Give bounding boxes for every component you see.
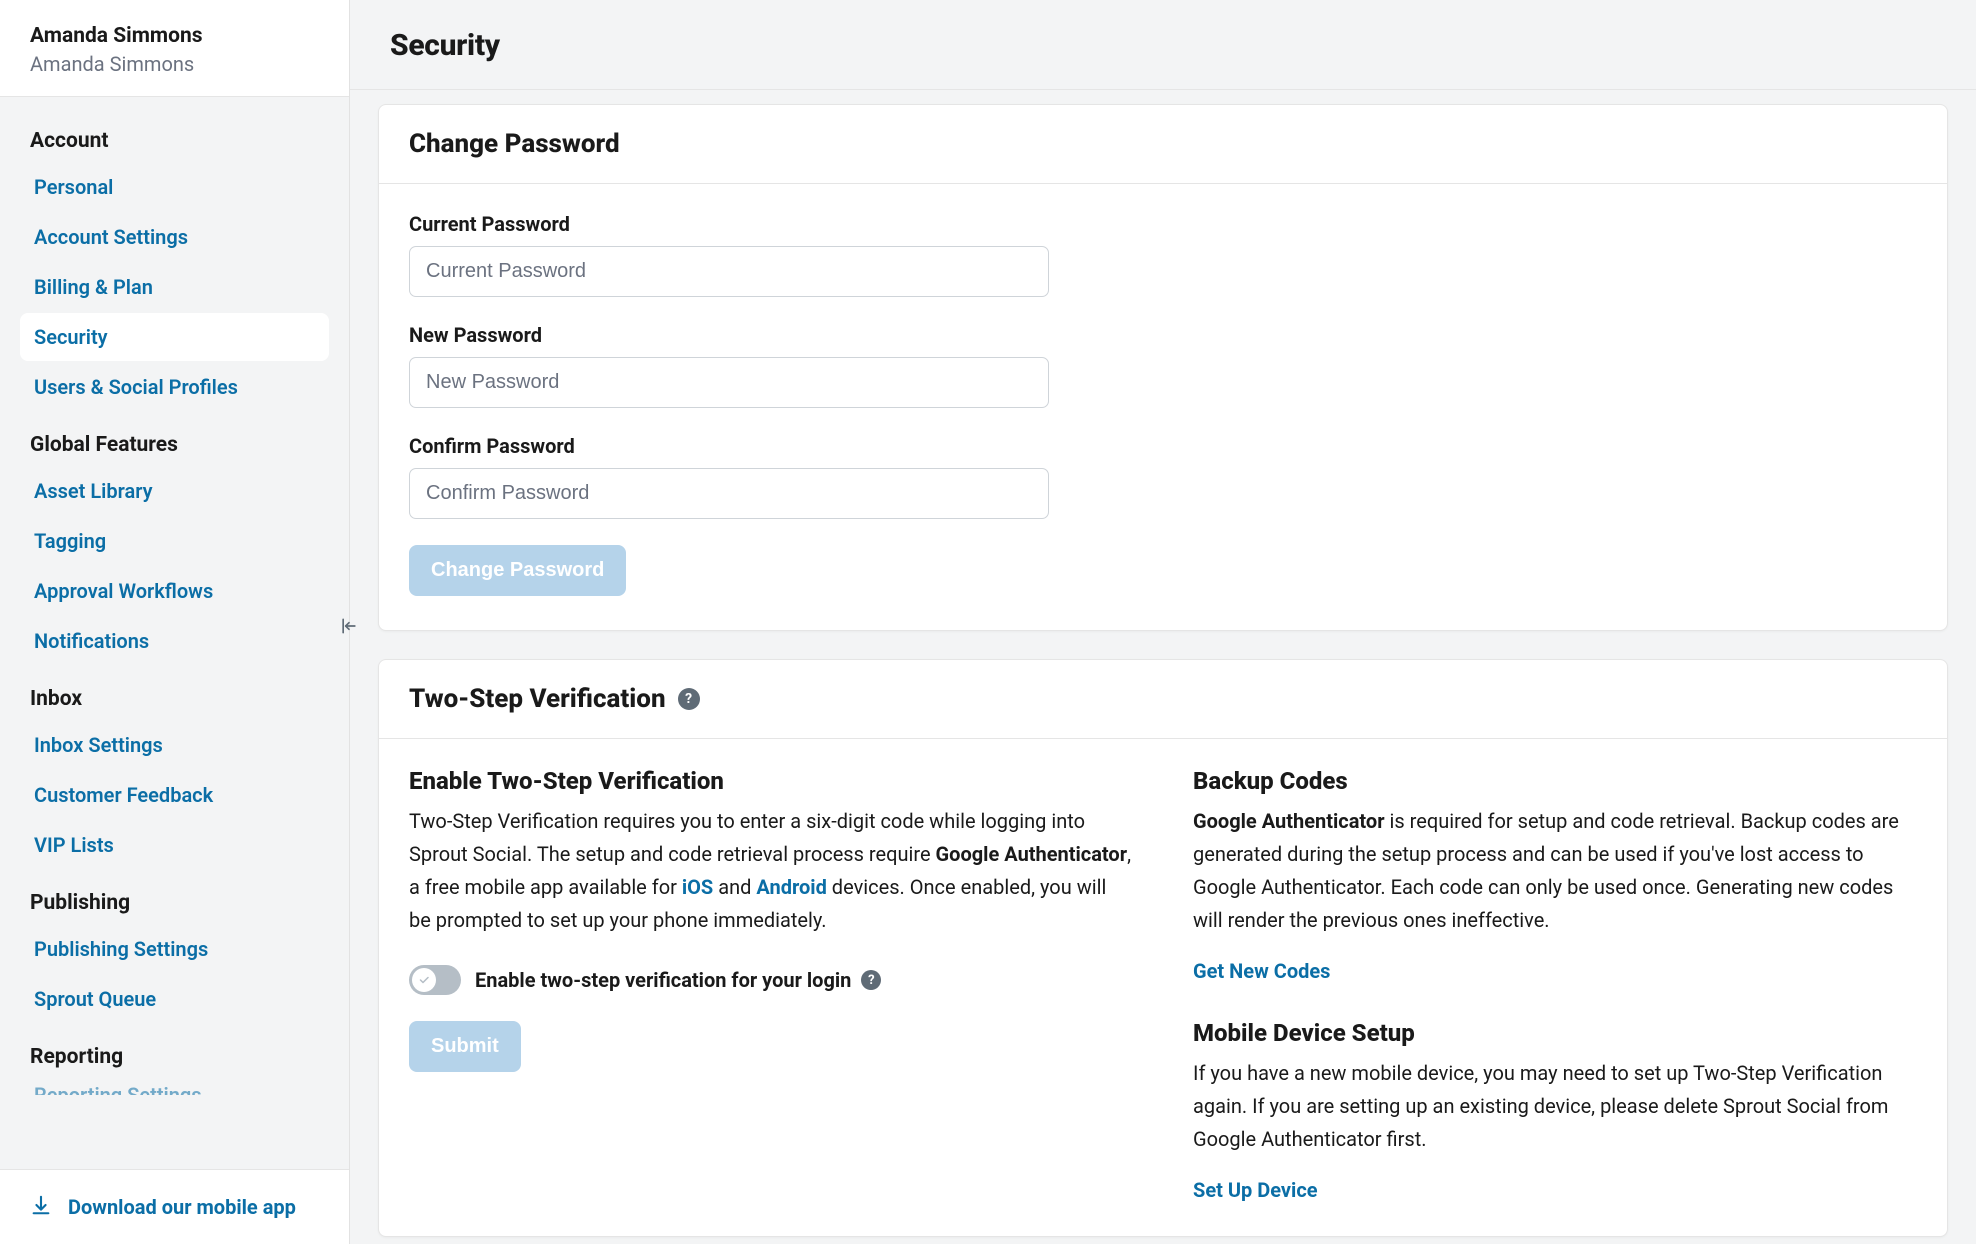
change-password-body: Current Password New Password Confirm Pa… xyxy=(379,184,1947,630)
sidebar-item-inbox-settings[interactable]: Inbox Settings xyxy=(20,721,329,769)
main-content: Security Change Password Current Passwor… xyxy=(350,0,1976,1244)
backup-codes-col: Backup Codes Google Authenticator is req… xyxy=(1193,767,1917,1202)
download-icon xyxy=(30,1194,52,1220)
download-app-label: Download our mobile app xyxy=(68,1195,296,1219)
mobile-setup-description: If you have a new mobile device, you may… xyxy=(1193,1057,1917,1156)
mobile-setup-heading: Mobile Device Setup xyxy=(1193,1019,1917,1047)
two-step-title: Two-Step Verification xyxy=(409,684,666,714)
sidebar-item-personal[interactable]: Personal xyxy=(20,163,329,211)
sidebar-item-users[interactable]: Users & Social Profiles xyxy=(20,363,329,411)
sidebar: Amanda Simmons Amanda Simmons Account Pe… xyxy=(0,0,350,1244)
current-password-group: Current Password xyxy=(409,212,1917,297)
sidebar-item-security[interactable]: Security xyxy=(20,313,329,361)
settings-content: Change Password Current Password New Pas… xyxy=(350,90,1976,1244)
sidebar-item-tagging[interactable]: Tagging xyxy=(20,517,329,565)
change-password-title-row: Change Password xyxy=(379,105,1947,184)
new-password-label: New Password xyxy=(409,323,1917,347)
enable-two-step-description: Two-Step Verification requires you to en… xyxy=(409,805,1133,937)
help-icon[interactable]: ? xyxy=(678,688,700,710)
confirm-password-input[interactable] xyxy=(409,468,1049,519)
two-step-text-and: and xyxy=(713,875,756,899)
new-password-group: New Password xyxy=(409,323,1917,408)
page-header: Security xyxy=(350,0,1976,90)
sidebar-section-publishing: Publishing xyxy=(20,883,329,923)
sidebar-section-global: Global Features xyxy=(20,425,329,465)
current-password-input[interactable] xyxy=(409,246,1049,297)
two-step-body: Enable Two-Step Verification Two-Step Ve… xyxy=(379,739,1947,1236)
confirm-password-group: Confirm Password xyxy=(409,434,1917,519)
change-password-card: Change Password Current Password New Pas… xyxy=(378,104,1948,631)
two-step-toggle-row: Enable two-step verification for your lo… xyxy=(409,965,1133,995)
sidebar-user-header: Amanda Simmons Amanda Simmons xyxy=(0,0,349,97)
ios-link[interactable]: iOS xyxy=(682,875,713,899)
sidebar-item-notifications[interactable]: Notifications xyxy=(20,617,329,665)
user-subtitle: Amanda Simmons xyxy=(30,52,319,76)
sidebar-item-vip-lists[interactable]: VIP Lists xyxy=(20,821,329,869)
current-password-label: Current Password xyxy=(409,212,1917,236)
two-step-toggle[interactable] xyxy=(409,965,461,995)
user-name: Amanda Simmons xyxy=(30,24,319,48)
get-new-codes-link[interactable]: Get New Codes xyxy=(1193,959,1330,983)
two-step-columns: Enable Two-Step Verification Two-Step Ve… xyxy=(409,767,1917,1202)
sidebar-item-account-settings[interactable]: Account Settings xyxy=(20,213,329,261)
sidebar-section-inbox: Inbox xyxy=(20,679,329,719)
sidebar-section-account: Account xyxy=(20,121,329,161)
google-authenticator-text: Google Authenticator xyxy=(936,842,1128,866)
download-app-link[interactable]: Download our mobile app xyxy=(0,1169,349,1244)
backup-codes-description: Google Authenticator is required for set… xyxy=(1193,805,1917,937)
two-step-card: Two-Step Verification ? Enable Two-Step … xyxy=(378,659,1948,1237)
two-step-submit-button[interactable]: Submit xyxy=(409,1021,521,1072)
sidebar-section-reporting: Reporting xyxy=(20,1037,329,1077)
enable-two-step-col: Enable Two-Step Verification Two-Step Ve… xyxy=(409,767,1133,1202)
two-step-toggle-label-wrap: Enable two-step verification for your lo… xyxy=(475,968,881,992)
sidebar-nav: Account Personal Account Settings Billin… xyxy=(0,97,349,1169)
sidebar-item-customer-feedback[interactable]: Customer Feedback xyxy=(20,771,329,819)
collapse-sidebar-button[interactable] xyxy=(335,612,363,640)
sidebar-item-billing[interactable]: Billing & Plan xyxy=(20,263,329,311)
backup-codes-heading: Backup Codes xyxy=(1193,767,1917,795)
set-up-device-link[interactable]: Set Up Device xyxy=(1193,1178,1318,1202)
change-password-button[interactable]: Change Password xyxy=(409,545,626,596)
sidebar-item-reporting-settings[interactable]: Reporting Settings xyxy=(20,1079,329,1095)
toggle-knob xyxy=(412,968,436,992)
two-step-toggle-label: Enable two-step verification for your lo… xyxy=(475,968,851,992)
help-icon[interactable]: ? xyxy=(861,970,881,990)
sidebar-item-asset-library[interactable]: Asset Library xyxy=(20,467,329,515)
sidebar-item-approval[interactable]: Approval Workflows xyxy=(20,567,329,615)
backup-ga-text: Google Authenticator xyxy=(1193,809,1385,833)
confirm-password-label: Confirm Password xyxy=(409,434,1917,458)
page-title: Security xyxy=(390,28,1936,63)
sidebar-item-sprout-queue[interactable]: Sprout Queue xyxy=(20,975,329,1023)
change-password-title: Change Password xyxy=(409,129,620,159)
two-step-title-row: Two-Step Verification ? xyxy=(379,660,1947,739)
new-password-input[interactable] xyxy=(409,357,1049,408)
enable-two-step-heading: Enable Two-Step Verification xyxy=(409,767,1133,795)
android-link[interactable]: Android xyxy=(756,875,826,899)
sidebar-item-publishing-settings[interactable]: Publishing Settings xyxy=(20,925,329,973)
